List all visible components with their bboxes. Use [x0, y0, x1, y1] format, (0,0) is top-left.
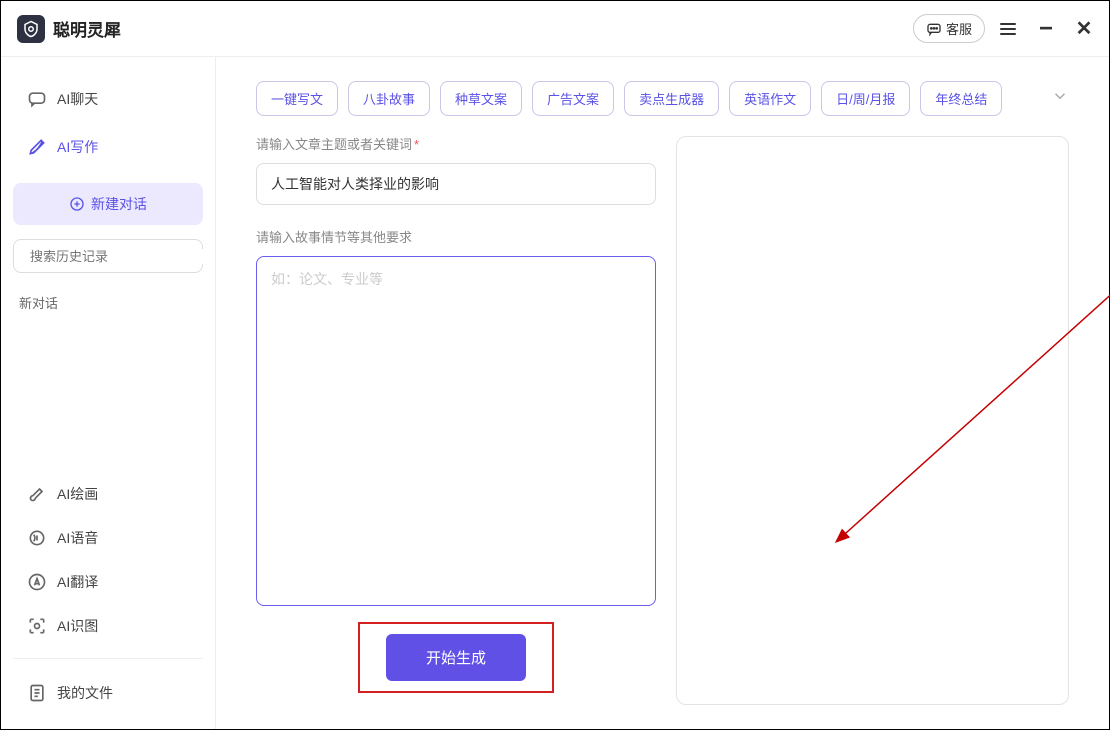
menu-icon[interactable] [999, 20, 1017, 38]
topic-input[interactable] [256, 163, 656, 205]
category-pill[interactable]: 年终总结 [920, 81, 1002, 116]
category-pill[interactable]: 一键写文 [256, 81, 338, 116]
output-panel [676, 136, 1069, 705]
detail-textarea[interactable] [256, 256, 656, 606]
support-button[interactable]: 客服 [913, 14, 985, 43]
sidebar-item-writing[interactable]: AI写作 [13, 125, 203, 169]
minimize-button[interactable]: − [1037, 20, 1055, 38]
category-pill[interactable]: 日/周/月报 [821, 81, 910, 116]
sidebar-item-translate[interactable]: AI翻译 [13, 562, 203, 602]
search-history-box[interactable] [13, 239, 203, 273]
sidebar-item-image-rec[interactable]: AI识图 [13, 606, 203, 646]
annotation-highlight: 开始生成 [358, 622, 554, 693]
detail-label: 请输入故事情节等其他要求 [256, 227, 656, 246]
sidebar-item-files[interactable]: 我的文件 [13, 671, 203, 715]
category-pill[interactable]: 英语作文 [729, 81, 811, 116]
category-pill[interactable]: 种草文案 [440, 81, 522, 116]
input-form: 请输入文章主题或者关键词* 请输入故事情节等其他要求 开始生成 [256, 134, 656, 705]
new-chat-button[interactable]: 新建对话 [13, 183, 203, 225]
sidebar-item-voice[interactable]: AI语音 [13, 518, 203, 558]
submit-button[interactable]: 开始生成 [386, 634, 526, 681]
category-pill[interactable]: 卖点生成器 [624, 81, 719, 116]
window-controls: − ✕ [999, 20, 1093, 38]
sidebar-item-label: AI写作 [57, 137, 98, 157]
sidebar-item-label: 我的文件 [57, 683, 113, 703]
sidebar-item-drawing[interactable]: AI绘画 [13, 474, 203, 514]
sidebar: AI聊天 AI写作 新建对话 新对话 AI绘画 AI语音 [1, 57, 216, 729]
topic-label: 请输入文章主题或者关键词* [256, 134, 656, 153]
main-content: 一键写文 八卦故事 种草文案 广告文案 卖点生成器 英语作文 日/周/月报 年终… [216, 57, 1109, 729]
sidebar-item-label: AI识图 [57, 616, 98, 636]
app-logo [17, 15, 45, 43]
search-input[interactable] [30, 249, 206, 264]
history-item[interactable]: 新对话 [13, 287, 203, 318]
app-title: 聪明灵犀 [53, 16, 121, 41]
expand-categories-icon[interactable] [1051, 87, 1069, 110]
category-bar: 一键写文 八卦故事 种草文案 广告文案 卖点生成器 英语作文 日/周/月报 年终… [216, 57, 1109, 134]
close-button[interactable]: ✕ [1075, 20, 1093, 38]
sidebar-item-chat[interactable]: AI聊天 [13, 77, 203, 121]
sidebar-item-label: AI绘画 [57, 484, 98, 504]
category-pill[interactable]: 广告文案 [532, 81, 614, 116]
support-label: 客服 [946, 19, 972, 38]
titlebar: 聪明灵犀 客服 − ✕ [1, 1, 1109, 57]
new-chat-label: 新建对话 [91, 194, 147, 214]
sidebar-item-label: AI语音 [57, 528, 98, 548]
sidebar-item-label: AI翻译 [57, 572, 98, 592]
sidebar-item-label: AI聊天 [57, 89, 98, 109]
category-pill[interactable]: 八卦故事 [348, 81, 430, 116]
